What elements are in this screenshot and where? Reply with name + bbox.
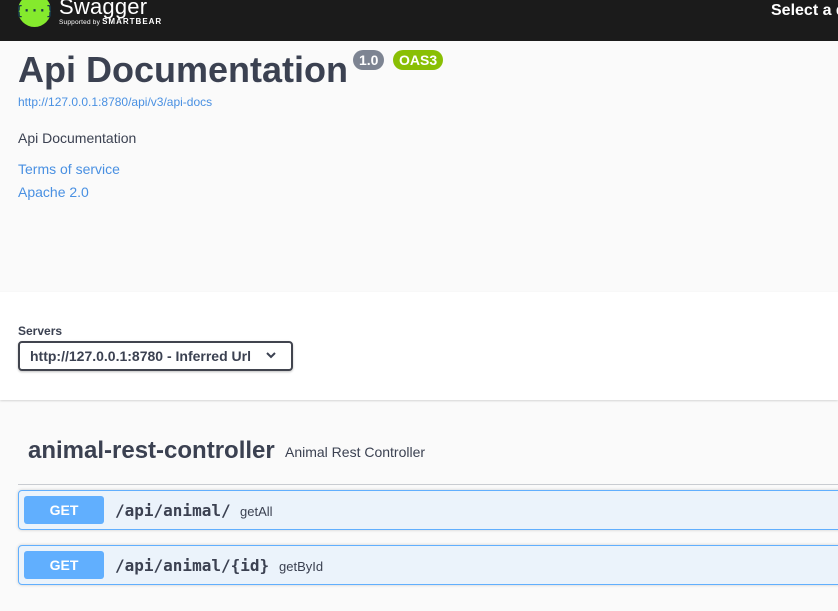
version-badge: 1.0 — [353, 50, 385, 70]
method-badge: GET — [24, 551, 104, 579]
api-docs-link[interactable]: http://127.0.0.1:8780/api/v3/api-docs — [18, 95, 212, 109]
method-badge: GET — [24, 496, 104, 524]
operation-get-all[interactable]: GET /api/animal/ getAll — [18, 490, 838, 530]
terms-of-service-link[interactable]: Terms of service — [18, 161, 120, 177]
license-link[interactable]: Apache 2.0 — [18, 184, 89, 200]
operation-summary: getAll — [240, 504, 273, 519]
operation-path: /api/animal/ — [115, 501, 231, 520]
api-description: Api Documentation — [18, 130, 137, 146]
swagger-logo[interactable]: {···} Swagger Supported by SMARTBEAR — [18, 0, 162, 27]
servers-selected-value: http://127.0.0.1:8780 - Inferred Url — [30, 348, 251, 364]
logo-subtitle: Supported by SMARTBEAR — [59, 17, 163, 27]
svg-text:{···}: {···} — [18, 4, 51, 19]
operation-path: /api/animal/{id} — [115, 556, 270, 575]
operation-get-by-id[interactable]: GET /api/animal/{id} getById — [18, 545, 838, 585]
swagger-logo-icon: {···} — [18, 0, 51, 27]
servers-select[interactable]: http://127.0.0.1:8780 - Inferred Url — [18, 341, 293, 371]
servers-label: Servers — [18, 324, 63, 338]
servers-section: Servers http://127.0.0.1:8780 - Inferred… — [0, 292, 838, 400]
oas-badge: OAS3 — [393, 50, 444, 70]
divider — [18, 484, 838, 485]
tag-title[interactable]: animal-rest-controller — [28, 437, 275, 465]
select-definition-label: Select a d — [771, 2, 838, 19]
chevron-down-icon — [266, 352, 276, 359]
operation-summary: getById — [279, 559, 324, 574]
page-title: Api Documentation — [18, 49, 348, 90]
topbar: {···} Swagger Supported by SMARTBEAR Sel… — [0, 0, 838, 41]
tag-description: Animal Rest Controller — [285, 444, 426, 460]
